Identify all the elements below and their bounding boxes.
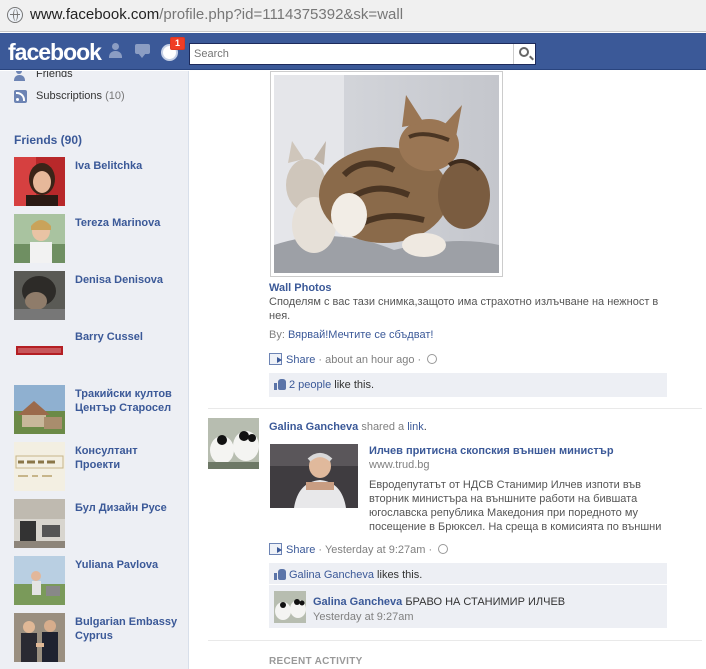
likers-link[interactable]: 2 people — [289, 379, 331, 391]
search-icon — [519, 47, 529, 57]
sidebar-item-label: Friends — [36, 71, 73, 80]
search-input[interactable] — [190, 44, 510, 64]
friend-name[interactable]: Бул Дизайн Русе — [75, 501, 185, 515]
recent-activity-heading: RECENT ACTIVITY — [269, 656, 363, 667]
friend-requests-icon[interactable] — [109, 43, 127, 59]
story-header: Galina Gancheva shared a link. — [269, 420, 427, 434]
friend-name[interactable]: Bulgarian Embassy Cyprus — [75, 615, 185, 643]
friends-icon — [14, 71, 30, 82]
comment-body: Galina Gancheva БРАВО НА СТАНИМИР ИЛЧЕВ — [313, 595, 565, 609]
by-author-link[interactable]: Вярвай!Мечтите се сбъдват! — [288, 329, 433, 341]
friend-avatar[interactable] — [14, 556, 65, 605]
likes-text: like this. — [331, 379, 375, 391]
author-name-link[interactable]: Galina Gancheva — [269, 421, 358, 433]
friend-avatar[interactable] — [14, 385, 65, 434]
period: . — [423, 421, 427, 433]
share-link[interactable]: Share — [286, 544, 315, 556]
friend-name[interactable]: Тракийски култов Център Старосел — [75, 387, 185, 415]
browser-address-bar[interactable]: www.facebook.com/profile.php?id=11143753… — [0, 0, 706, 32]
likes-text: likes this. — [374, 569, 423, 581]
search-button[interactable] — [513, 44, 535, 64]
url-host: www.facebook.com — [30, 6, 160, 23]
friend-item[interactable]: Iva Belitchka — [14, 157, 184, 207]
wall-feed: Wall Photos Споделям с вас тази снимка,з… — [190, 71, 706, 669]
friends-heading[interactable]: Friends (90) — [14, 133, 82, 147]
comment: Galina Gancheva БРАВО НА СТАНИМИР ИЛЧЕВ … — [269, 584, 667, 628]
post-timestamp[interactable]: about an hour ago — [325, 354, 414, 366]
friend-item[interactable]: Barry Cussel — [14, 328, 184, 378]
friend-item[interactable]: Bulgarian Embassy Cyprus — [14, 613, 184, 663]
friend-item[interactable]: Тракийски култов Център Старосел — [14, 385, 184, 435]
like-thumb-icon — [274, 569, 286, 580]
url-text[interactable]: www.facebook.com/profile.php?id=11143753… — [30, 6, 403, 23]
likes-bar: 2 people like this. — [269, 373, 667, 397]
share-icon — [269, 353, 282, 365]
friend-item[interactable]: Консултант Проекти — [14, 442, 184, 492]
comment-text: БРАВО НА СТАНИМИР ИЛЧЕВ — [402, 596, 566, 608]
globe-icon — [7, 7, 23, 23]
friend-avatar[interactable] — [14, 157, 65, 206]
kittens-photo — [274, 75, 499, 273]
friend-name[interactable]: Консултант Проекти — [75, 444, 185, 472]
wall-photos-album-link[interactable]: Wall Photos — [269, 281, 332, 295]
post-actions: Share · Yesterday at 9:27am · — [269, 543, 449, 556]
link-domain[interactable]: www.trud.bg — [369, 458, 430, 472]
friend-name[interactable]: Yuliana Pavlova — [75, 558, 185, 572]
share-link[interactable]: Share — [286, 354, 315, 366]
messages-icon[interactable] — [135, 43, 153, 59]
story-divider — [208, 640, 702, 641]
comment-author-link[interactable]: Galina Gancheva — [313, 596, 402, 608]
comment-timestamp[interactable]: Yesterday at 9:27am — [313, 610, 414, 624]
facebook-logo[interactable]: facebook — [8, 39, 102, 66]
commenter-avatar[interactable] — [274, 591, 306, 623]
friend-item[interactable]: Denisa Denisova — [14, 271, 184, 321]
link-word-link[interactable]: link — [407, 421, 424, 433]
friend-avatar[interactable] — [14, 499, 65, 548]
friend-avatar[interactable] — [14, 613, 65, 662]
friend-name[interactable]: Tereza Marinova — [75, 216, 185, 230]
facebook-top-bar: facebook 1 — [0, 33, 706, 70]
search-box — [189, 43, 536, 65]
friend-avatar[interactable] — [14, 442, 65, 491]
subscriptions-count: (10) — [105, 90, 125, 102]
link-thumbnail[interactable] — [270, 444, 358, 508]
liker-name-link[interactable]: Galina Gancheva — [289, 569, 374, 581]
public-globe-icon — [427, 354, 438, 364]
rss-icon — [14, 90, 27, 103]
share-icon — [269, 543, 282, 555]
wall-photo[interactable] — [270, 71, 503, 277]
sidebar-item-label: Subscriptions — [36, 90, 103, 102]
post-timestamp[interactable]: Yesterday at 9:27am — [325, 544, 426, 556]
shared-text: shared a — [358, 421, 408, 433]
link-description: Евродепутатът от НДСВ Станимир Илчев изп… — [369, 479, 662, 533]
like-thumb-icon — [274, 379, 286, 390]
photo-caption: Споделям с вас тази снимка,защото има ст… — [269, 296, 659, 322]
notification-badge: 1 — [170, 37, 186, 50]
friend-name[interactable]: Denisa Denisova — [75, 273, 185, 287]
author-avatar[interactable] — [208, 418, 259, 469]
url-path: /profile.php?id=1114375392&sk=wall — [159, 6, 404, 23]
friend-item[interactable]: Бул Дизайн Русе — [14, 499, 184, 549]
friend-item[interactable]: Tereza Marinova — [14, 214, 184, 264]
friend-avatar[interactable] — [14, 271, 65, 320]
left-sidebar: Friends Subscriptions (10) Friends (90) … — [0, 71, 189, 669]
friend-avatar[interactable] — [14, 214, 65, 263]
by-label: By: — [269, 329, 288, 341]
friend-avatar[interactable] — [14, 328, 65, 377]
friend-item[interactable]: Yuliana Pavlova — [14, 556, 184, 606]
public-globe-icon — [438, 544, 449, 554]
friend-name[interactable]: Barry Cussel — [75, 330, 185, 344]
photo-attribution: By: Вярвай!Мечтите се сбъдват! — [269, 328, 433, 342]
post-actions: Share · about an hour ago · — [269, 353, 438, 366]
link-title[interactable]: Илчев притисна скопския външен министър — [369, 444, 614, 458]
story-divider — [208, 408, 702, 409]
friend-name[interactable]: Iva Belitchka — [75, 159, 185, 173]
